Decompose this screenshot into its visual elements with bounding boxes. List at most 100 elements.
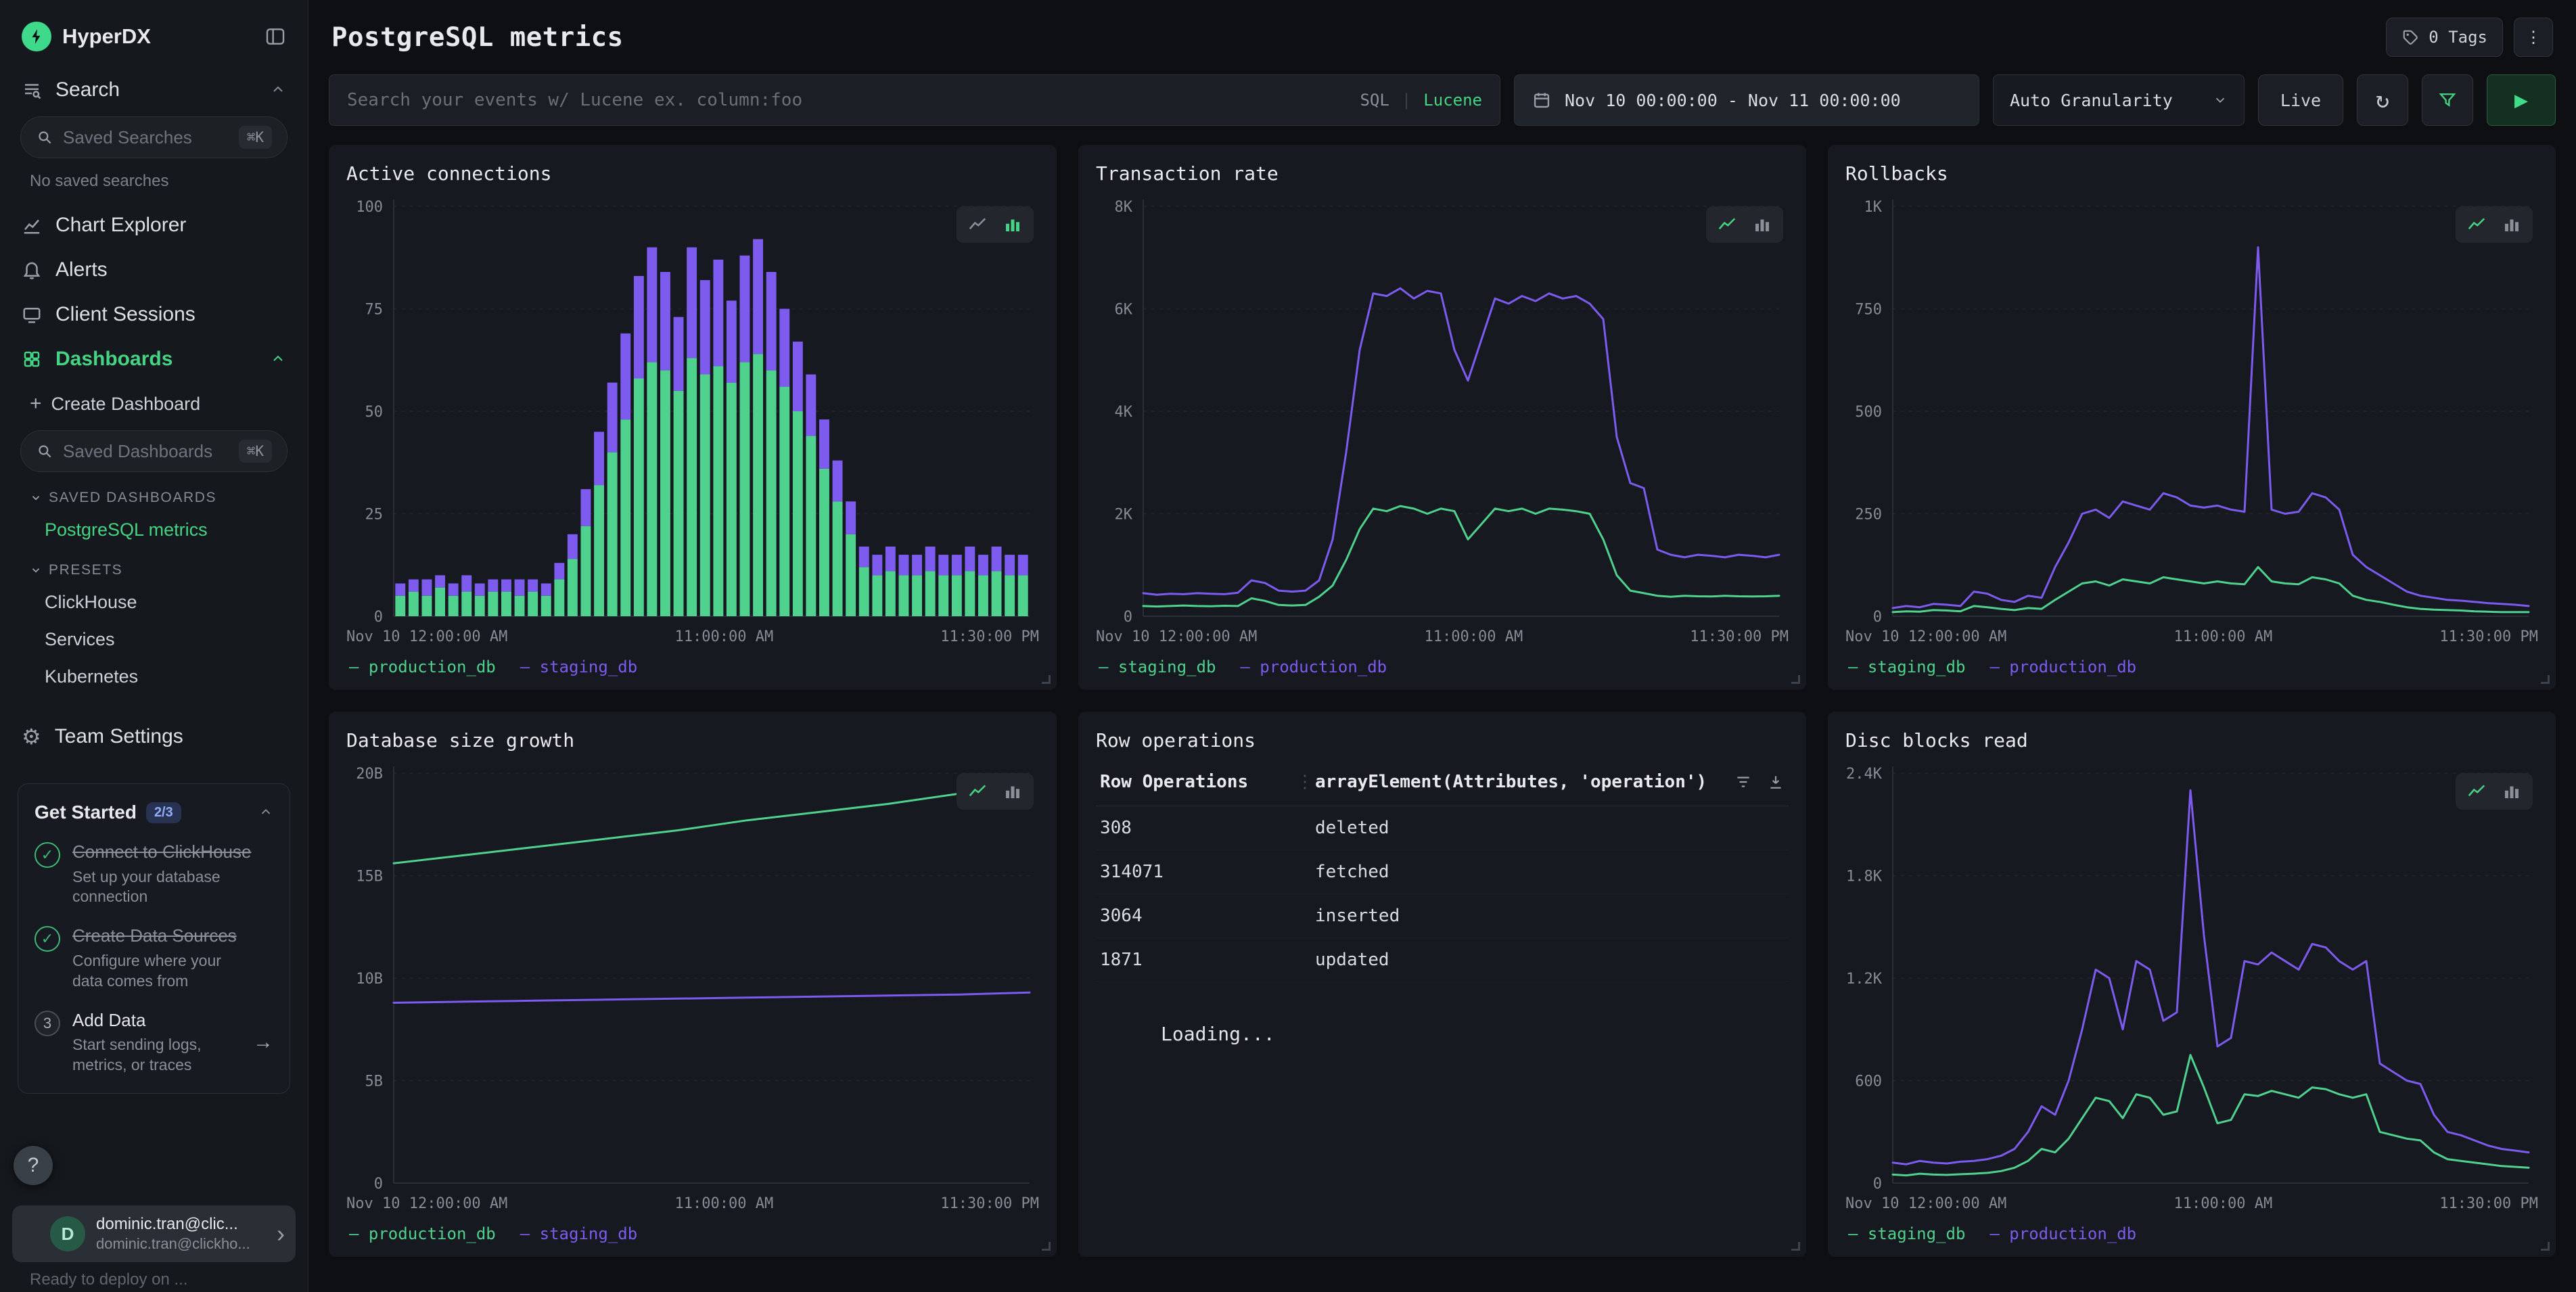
legend-item-production_db[interactable]: — production_db xyxy=(1990,657,2136,676)
line-chart-icon[interactable] xyxy=(2466,214,2487,235)
cell-operation: inserted xyxy=(1315,906,1400,926)
resize-handle[interactable] xyxy=(2541,1242,2550,1251)
chart-canvas-rollbacks[interactable]: 02505007501K xyxy=(1845,191,2538,623)
chart-legend: — staging_db — production_db xyxy=(1845,657,2538,676)
lucene-mode-toggle[interactable]: Lucene xyxy=(1423,91,1482,110)
hyperdx-logo-icon xyxy=(22,22,51,51)
check-circle-icon: ✓ xyxy=(34,842,60,868)
line-chart-icon[interactable] xyxy=(967,781,988,802)
date-range-picker[interactable]: Nov 10 00:00:00 - Nov 11 00:00:00 xyxy=(1514,74,1979,126)
bar-chart-icon[interactable] xyxy=(1003,781,1023,802)
chart-type-toggle xyxy=(2456,206,2533,243)
line-chart-icon[interactable] xyxy=(2466,781,2487,802)
resize-handle[interactable] xyxy=(1791,675,1800,684)
step-subtitle: Configure where your data comes from xyxy=(72,951,242,992)
more-options-button[interactable]: ⋮ xyxy=(2514,18,2553,57)
svg-text:5B: 5B xyxy=(365,1074,384,1090)
legend-item-staging_db[interactable]: — staging_db xyxy=(1099,657,1216,676)
panel-title: Row operations xyxy=(1096,728,1789,758)
bar-chart-icon[interactable] xyxy=(1752,214,1772,235)
x-axis-label: Nov 10 12:00:00 AM xyxy=(1096,628,1257,645)
sidebar-item-kubernetes[interactable]: Kubernetes xyxy=(0,658,308,695)
saved-searches-input[interactable]: Saved Searches ⌘K xyxy=(20,116,288,158)
monitor-icon xyxy=(22,304,42,325)
legend-item-production_db[interactable]: — production_db xyxy=(1240,657,1387,676)
legend-item-staging_db[interactable]: — staging_db xyxy=(1848,657,1965,676)
bar-chart-icon[interactable] xyxy=(1003,214,1023,235)
legend-item-staging_db[interactable]: — staging_db xyxy=(520,657,637,676)
legend-item-staging_db[interactable]: — staging_db xyxy=(520,1224,637,1243)
saved-dashboards-group-toggle[interactable]: SAVED DASHBOARDS xyxy=(0,476,308,511)
get-started-step-add-data[interactable]: 3 Add Data Start sending logs, metrics, … xyxy=(34,1009,273,1076)
help-button[interactable]: ? xyxy=(14,1146,53,1185)
sidebar: HyperDX Search Saved Searches ⌘K No save… xyxy=(0,0,308,1292)
get-started-title: Get Started xyxy=(34,802,137,823)
line-chart-icon[interactable] xyxy=(1717,214,1737,235)
filter-rows-icon[interactable] xyxy=(1734,773,1752,791)
brand-link[interactable]: HyperDX xyxy=(22,22,151,51)
get-started-header[interactable]: Get Started 2/3 xyxy=(34,802,273,823)
chart-canvas-disc-blocks-read[interactable]: 06001.2K1.8K2.4K xyxy=(1845,758,2538,1190)
get-started-step-connect[interactable]: ✓ Connect to ClickHouse Set up your data… xyxy=(34,841,273,907)
table-row[interactable]: 1871 updated xyxy=(1096,938,1789,982)
table-row[interactable]: 3064 inserted xyxy=(1096,894,1789,938)
chevron-up-icon[interactable] xyxy=(258,805,273,820)
sidebar-section-search[interactable]: Search xyxy=(0,68,308,112)
user-menu[interactable]: D dominic.tran@clic... dominic.tran@clic… xyxy=(12,1205,296,1262)
download-icon[interactable] xyxy=(1767,773,1785,791)
granularity-select[interactable]: Auto Granularity xyxy=(1993,74,2245,126)
filter-button[interactable] xyxy=(2422,74,2473,126)
table-row[interactable]: 314071 fetched xyxy=(1096,850,1789,894)
sidebar-item-dashboards[interactable]: Dashboards xyxy=(0,337,308,382)
funnel-icon xyxy=(2438,91,2457,110)
create-dashboard-button[interactable]: + Create Dashboard xyxy=(0,382,308,426)
sidebar-item-clickhouse[interactable]: ClickHouse xyxy=(0,584,308,621)
resize-handle[interactable] xyxy=(2541,675,2550,684)
granularity-value: Auto Granularity xyxy=(2010,91,2173,110)
chevron-up-icon[interactable] xyxy=(270,82,286,98)
line-chart-icon[interactable] xyxy=(967,214,988,235)
chevron-up-icon[interactable] xyxy=(270,351,286,367)
resize-handle[interactable] xyxy=(1042,675,1051,684)
chart-canvas-active-connections[interactable]: 0255075100 xyxy=(346,191,1039,623)
sidebar-item-label: Client Sessions xyxy=(55,303,196,326)
presets-group-toggle[interactable]: PRESETS xyxy=(0,549,308,584)
column-header-row-operations[interactable]: Row Operations xyxy=(1100,772,1296,792)
x-axis-labels: Nov 10 12:00:00 AM11:00:00 AM11:30:00 PM xyxy=(1845,628,2538,645)
legend-item-production_db[interactable]: — production_db xyxy=(349,657,496,676)
collapse-sidebar-icon[interactable] xyxy=(264,26,286,47)
search-input[interactable]: Search your events w/ Lucene ex. column:… xyxy=(329,74,1500,126)
resize-handle[interactable] xyxy=(1791,1242,1800,1251)
x-axis-label: 11:30:00 PM xyxy=(2439,1195,2538,1212)
bar-chart-icon[interactable] xyxy=(2502,781,2522,802)
run-query-button[interactable]: ▶ xyxy=(2487,74,2556,126)
sql-mode-toggle[interactable]: SQL xyxy=(1360,91,1389,110)
sidebar-item-team-settings[interactable]: ⚙ Team Settings xyxy=(0,713,308,760)
sidebar-item-chart-explorer[interactable]: Chart Explorer xyxy=(0,203,308,248)
sidebar-item-services[interactable]: Services xyxy=(0,621,308,658)
sidebar-item-postgresql-metrics[interactable]: PostgreSQL metrics xyxy=(0,511,308,549)
tags-button[interactable]: 0 Tags xyxy=(2386,18,2503,57)
bell-icon xyxy=(22,260,42,280)
calendar-icon xyxy=(1532,91,1551,110)
gear-icon: ⚙ xyxy=(22,724,41,749)
table-row[interactable]: 308 deleted xyxy=(1096,806,1789,850)
chart-canvas-transaction-rate[interactable]: 02K4K6K8K xyxy=(1096,191,1789,623)
svg-text:6K: 6K xyxy=(1115,302,1133,319)
column-header-operation[interactable]: arrayElement(Attributes, 'operation') xyxy=(1315,772,1707,792)
sidebar-item-alerts[interactable]: Alerts xyxy=(0,248,308,292)
saved-dashboards-input[interactable]: Saved Dashboards ⌘K xyxy=(20,430,288,472)
refresh-button[interactable]: ↻ xyxy=(2357,74,2408,126)
get-started-step-sources[interactable]: ✓ Create Data Sources Configure where yo… xyxy=(34,925,273,991)
cell-count: 314071 xyxy=(1100,862,1315,882)
sidebar-item-client-sessions[interactable]: Client Sessions xyxy=(0,292,308,337)
legend-item-production_db[interactable]: — production_db xyxy=(349,1224,496,1243)
chart-canvas-database-size-growth[interactable]: 05B10B15B20B xyxy=(346,758,1039,1190)
svg-text:750: 750 xyxy=(1855,302,1882,319)
legend-item-staging_db[interactable]: — staging_db xyxy=(1848,1224,1965,1243)
panel-title: Active connections xyxy=(346,161,1039,191)
live-button[interactable]: Live xyxy=(2258,74,2343,126)
bar-chart-icon[interactable] xyxy=(2502,214,2522,235)
resize-handle[interactable] xyxy=(1042,1242,1051,1251)
legend-item-production_db[interactable]: — production_db xyxy=(1990,1224,2136,1243)
